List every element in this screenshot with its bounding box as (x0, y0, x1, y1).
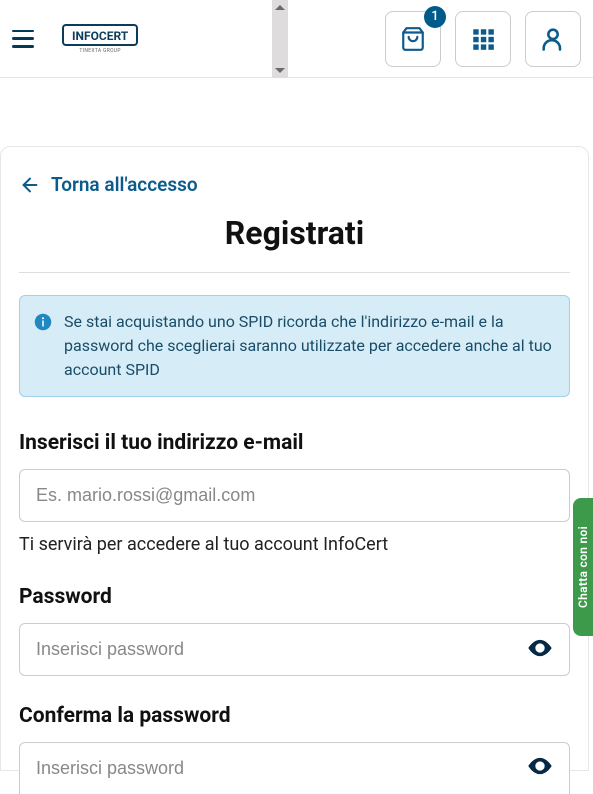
person-icon (539, 25, 567, 53)
toggle-password-visibility[interactable] (526, 634, 554, 666)
email-field[interactable] (19, 469, 570, 522)
back-link-label: Torna all'accesso (51, 173, 198, 196)
app-header: INFOCERT TINEXTA GROUP 1 (0, 0, 593, 78)
password-label: Password (19, 585, 570, 609)
confirm-password-label: Conferma la password (19, 704, 570, 728)
password-group: Password (19, 585, 570, 676)
back-link[interactable]: Torna all'accesso (19, 173, 570, 196)
eye-icon (526, 634, 554, 662)
toggle-confirm-visibility[interactable] (526, 752, 554, 784)
account-button[interactable] (525, 11, 581, 67)
password-field[interactable] (19, 623, 570, 676)
logo-text: INFOCERT (62, 24, 138, 46)
page-title: Registrati (19, 214, 570, 252)
info-icon (34, 313, 52, 331)
email-group: Inserisci il tuo indirizzo e-mail Ti ser… (19, 431, 570, 555)
header-left: INFOCERT TINEXTA GROUP (12, 24, 138, 54)
cart-badge: 1 (424, 6, 446, 28)
eye-icon (526, 752, 554, 780)
menu-button[interactable] (12, 30, 34, 48)
chat-tab[interactable]: Chatta con noi (573, 498, 593, 636)
confirm-password-group: Conferma la password (19, 704, 570, 794)
scroll-down-icon (275, 68, 285, 73)
registration-card: Torna all'accesso Registrati Se stai acq… (0, 146, 589, 771)
scroll-up-icon (275, 5, 285, 10)
cart-button[interactable]: 1 (385, 11, 441, 67)
arrow-left-icon (19, 174, 41, 196)
apps-button[interactable] (455, 11, 511, 67)
header-right: 1 (385, 11, 581, 67)
email-helper: Ti servirà per accedere al tuo account I… (19, 534, 570, 555)
brand-logo[interactable]: INFOCERT TINEXTA GROUP (62, 24, 138, 54)
confirm-password-field[interactable] (19, 742, 570, 794)
shopping-bag-icon (400, 25, 426, 53)
header-scrollbar[interactable] (272, 0, 288, 78)
logo-subtext: TINEXTA GROUP (62, 48, 138, 54)
chat-tab-label: Chatta con noi (576, 526, 590, 608)
info-text: Se stai acquistando uno SPID ricorda che… (64, 310, 555, 382)
grid-icon (470, 26, 496, 52)
email-label: Inserisci il tuo indirizzo e-mail (19, 431, 570, 455)
info-alert: Se stai acquistando uno SPID ricorda che… (19, 295, 570, 397)
divider (19, 272, 570, 273)
